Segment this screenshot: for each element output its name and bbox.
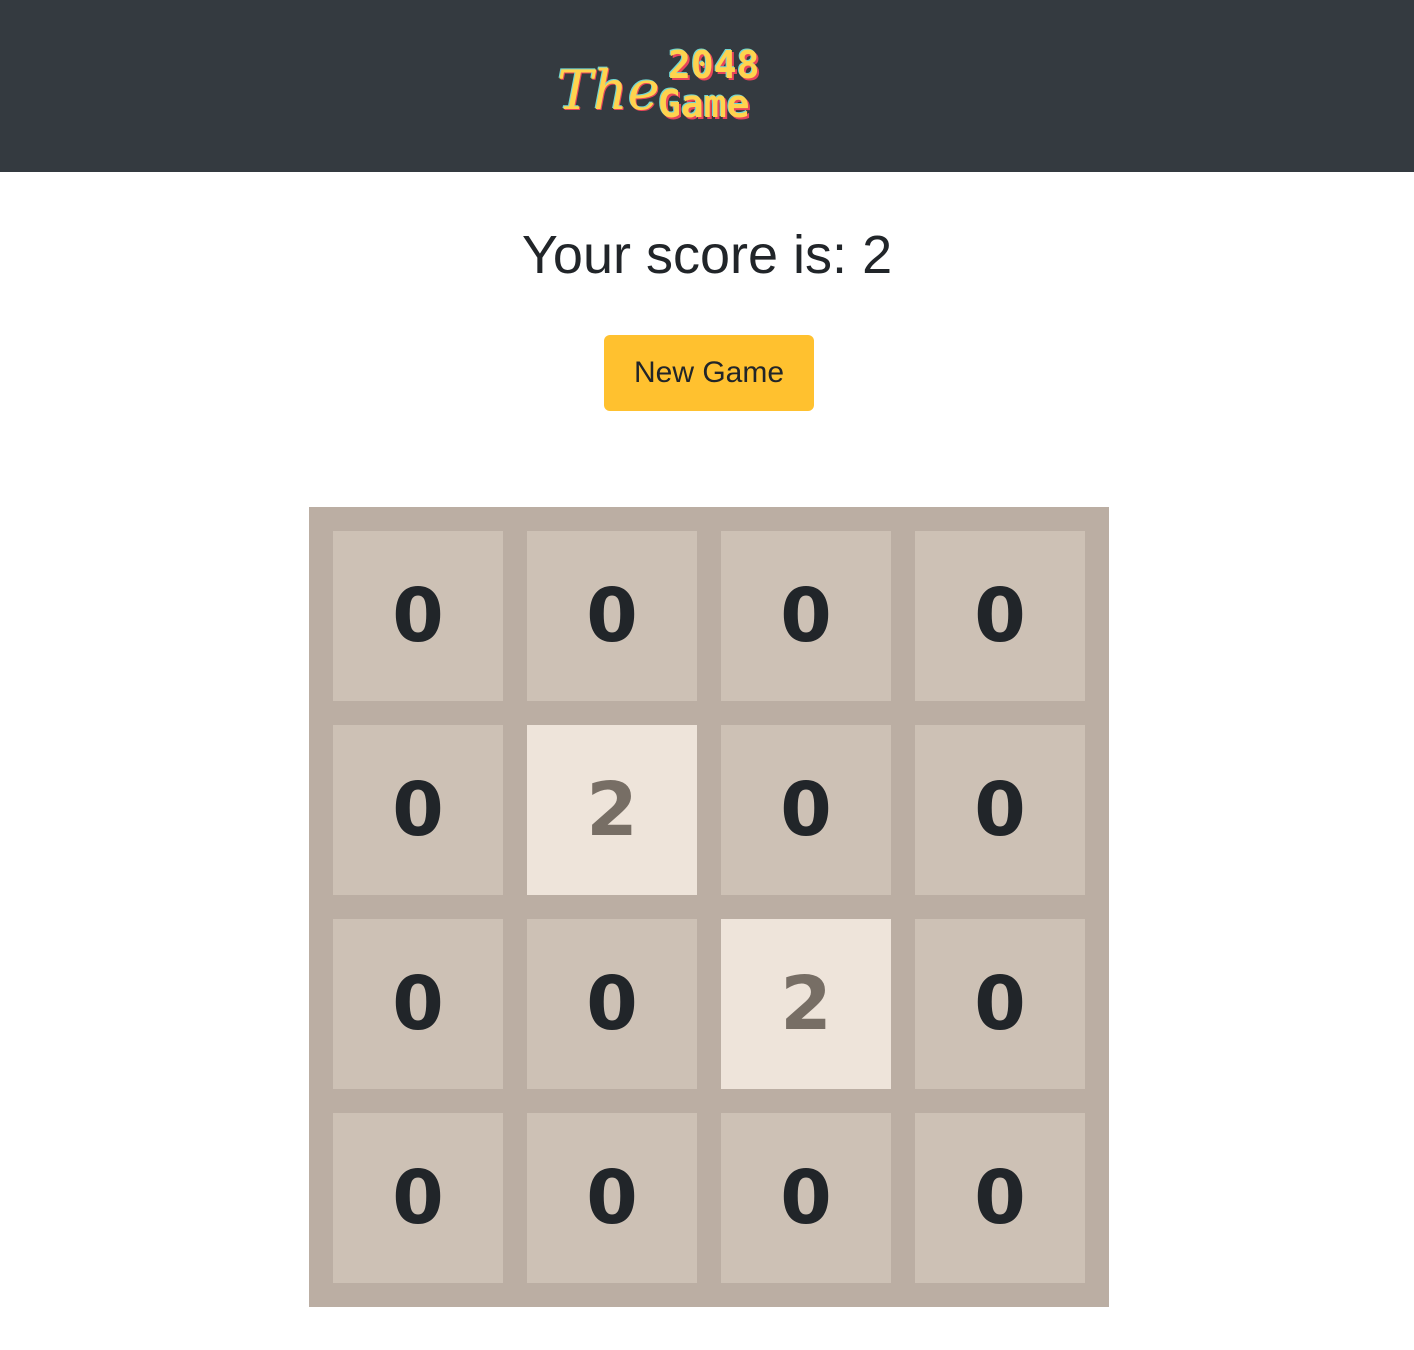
game-logo: The The The 2048 2048 2048 Game Game Gam… [554,44,824,128]
board-tile: 0 [915,725,1085,895]
logo-script-text: The [557,59,660,122]
board-tile: 0 [915,919,1085,1089]
board-tile: 0 [721,725,891,895]
board-tile: 2 [527,725,697,895]
board-tile: 0 [721,1113,891,1283]
game-board: 0000020000200000 [309,507,1109,1307]
score-display: Your score is: 2 [0,222,1414,288]
top-header: The The The 2048 2048 2048 Game Game Gam… [0,0,1414,172]
board-tile: 0 [527,531,697,701]
new-game-button[interactable]: New Game [604,335,814,411]
board-tile: 2 [721,919,891,1089]
board-tile: 0 [527,1113,697,1283]
score-value: 2 [862,225,893,285]
board-tile: 0 [333,919,503,1089]
board-tile: 0 [333,531,503,701]
score-label: Your score is: [521,225,848,285]
board-tile: 0 [915,531,1085,701]
board-tile: 0 [333,725,503,895]
board-tile: 0 [721,531,891,701]
board-tile: 0 [333,1113,503,1283]
board-tile: 0 [915,1113,1085,1283]
board-tile: 0 [527,919,697,1089]
logo-word-text: Game [658,82,750,126]
